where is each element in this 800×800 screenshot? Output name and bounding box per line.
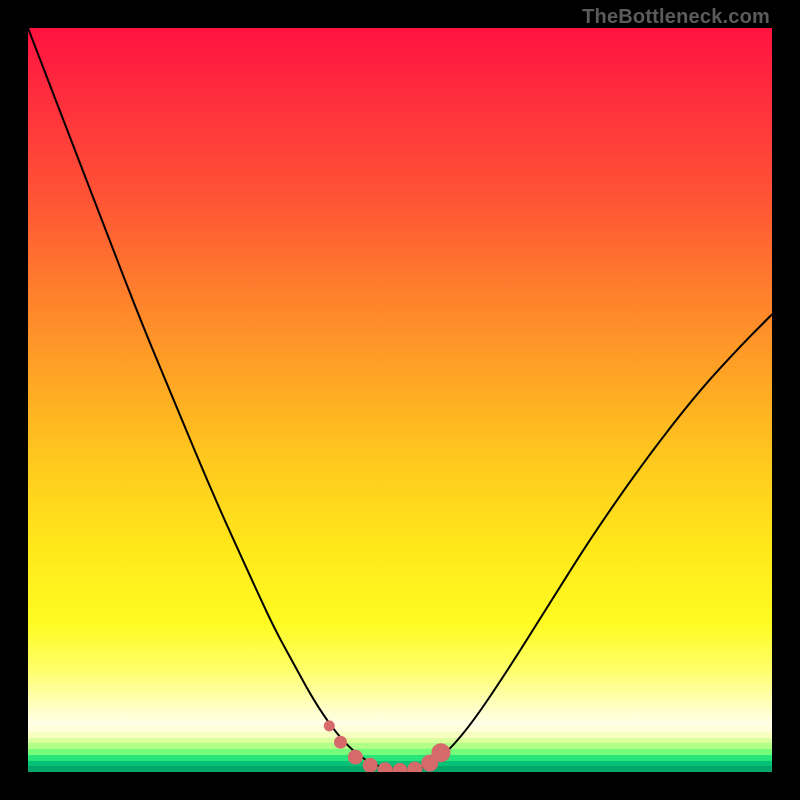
trough-marker	[408, 762, 422, 772]
trough-marker	[335, 736, 347, 748]
attribution-text: TheBottleneck.com	[582, 6, 770, 29]
trough-marker	[432, 744, 450, 762]
trough-marker	[324, 721, 334, 731]
plot-area	[28, 28, 772, 772]
trough-marker	[378, 763, 392, 772]
trough-marker	[393, 764, 407, 773]
curve-svg	[28, 28, 772, 772]
bottleneck-curve	[28, 28, 772, 770]
trough-markers	[324, 721, 450, 772]
chart-stage: TheBottleneck.com	[0, 0, 800, 800]
trough-marker	[363, 758, 377, 772]
trough-marker	[348, 750, 362, 764]
